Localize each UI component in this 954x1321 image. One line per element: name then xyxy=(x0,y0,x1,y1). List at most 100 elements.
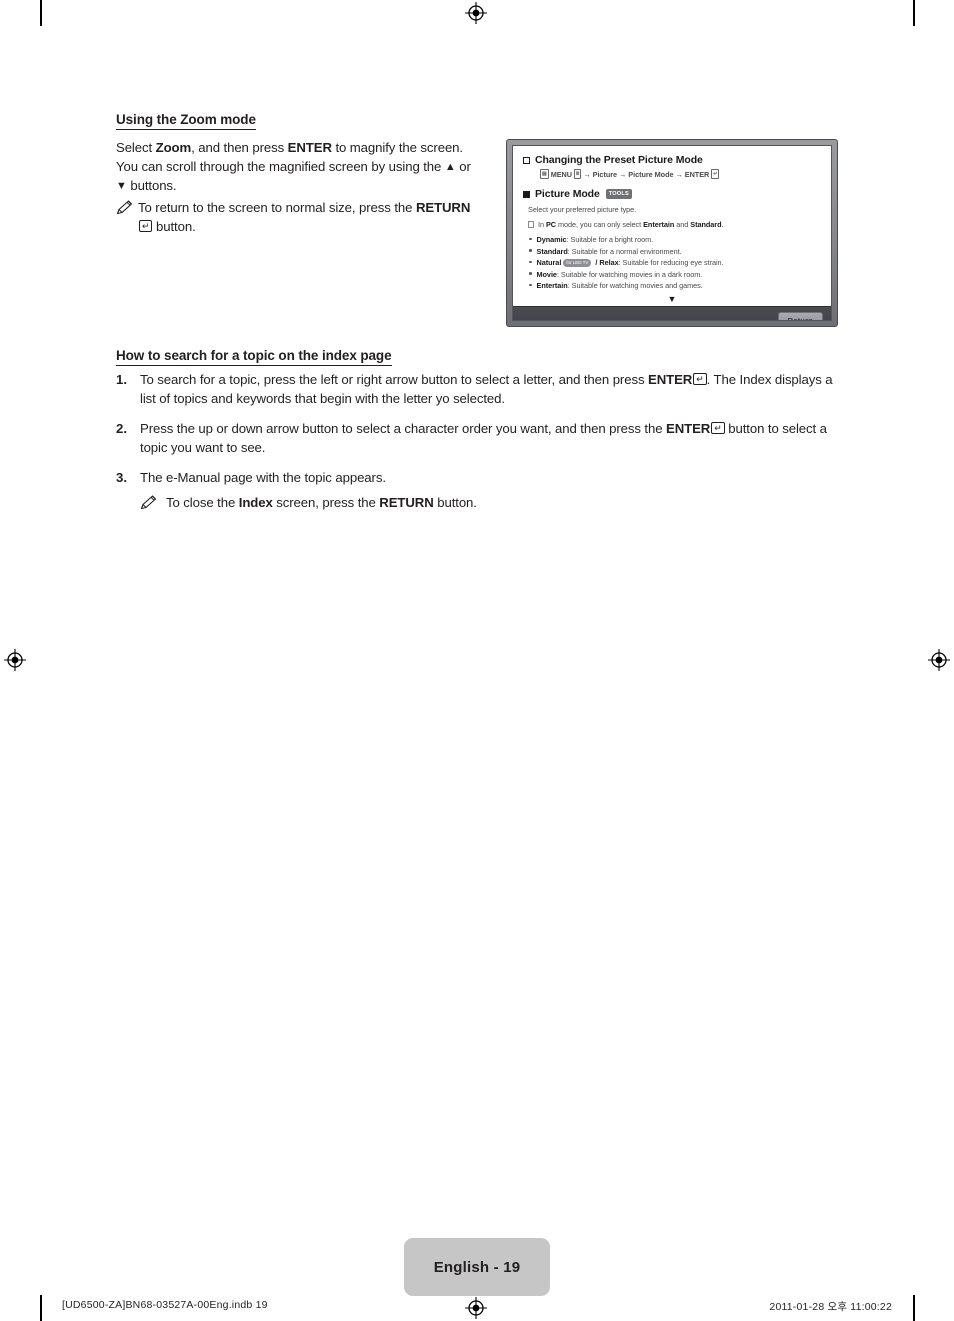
pencil-note-icon xyxy=(140,495,157,510)
zoom-mode-paragraph: Select Zoom, and then press ENTER to mag… xyxy=(116,138,476,195)
step-text-a: The e-Manual page with the topic appears… xyxy=(140,470,386,485)
bullet-dot-icon xyxy=(529,237,532,240)
note-square-icon xyxy=(528,221,534,228)
bullet-dot-icon xyxy=(529,249,532,252)
step-text-a: To search for a topic, press the left or… xyxy=(140,372,649,387)
page-number-badge: English - 19 xyxy=(404,1238,550,1296)
zoom-bold-zoom: Zoom xyxy=(155,140,192,155)
crop-mark-top-right xyxy=(913,0,915,26)
step-bold-enter: ENTER xyxy=(666,421,711,436)
enter-key-icon: ↵ xyxy=(693,373,707,385)
zoom-note-bold-return: RETURN xyxy=(415,200,471,215)
osd-list-item[interactable]: Dynamic: Suitable for a bright room. xyxy=(529,234,821,246)
osd-bullet-name: Natural xyxy=(536,258,562,267)
step-text-a: Press the up or down arrow button to sel… xyxy=(140,421,667,436)
osd-pc-mode-note: In PC mode, you can only select Entertai… xyxy=(528,220,821,229)
footer-file-reference: [UD6500-ZA]BN68-03527A-00Eng.indb 19 xyxy=(62,1299,268,1311)
osd-bullet-name: Entertain xyxy=(536,281,568,290)
step-text: Press the up or down arrow button to sel… xyxy=(140,419,838,457)
tools-badge: TOOLS xyxy=(605,189,632,199)
tv-screen-illustration: Changing the Preset Picture Mode ▤ MENU … xyxy=(506,139,838,327)
crop-mark-top-left xyxy=(40,0,42,26)
pencil-note-icon xyxy=(116,200,133,215)
osd-path-step-2: Picture Mode xyxy=(628,169,674,179)
heading-using-zoom-mode: Using the Zoom mode xyxy=(116,112,256,130)
step-number: 2. xyxy=(116,421,127,436)
bullet-dot-icon xyxy=(529,272,532,275)
osd-bullet-name: Movie xyxy=(536,269,557,279)
list-item: 1. To search for a topic, press the left… xyxy=(116,370,838,408)
zoom-bold-enter: ENTER xyxy=(287,140,332,155)
osd-bottom-bar: Return xyxy=(513,305,831,320)
remote-key-icon: ▤ xyxy=(540,169,549,179)
zoom-note-prefix: To return to the screen to normal size, … xyxy=(138,200,416,215)
open-square-bullet-icon xyxy=(523,156,530,164)
enter-key-icon: ↵ xyxy=(139,220,153,232)
step-number: 3. xyxy=(116,470,127,485)
for-led-tv-badge: for LED TV xyxy=(563,258,592,267)
registration-mark-right xyxy=(928,649,950,671)
heading-how-to-search-index: How to search for a topic on the index p… xyxy=(116,348,392,366)
osd-note-bold-entertain: Entertain xyxy=(643,220,675,229)
zoom-note-suffix: button. xyxy=(152,219,196,234)
list-item: 2. Press the up or down arrow button to … xyxy=(116,419,838,457)
return-button[interactable]: Return xyxy=(777,311,823,320)
osd-arrow-2: → xyxy=(619,169,627,179)
osd-list-item[interactable]: Natural for LED TV / Relax: Suitable for … xyxy=(529,257,821,269)
bullet-dot-icon xyxy=(529,260,532,263)
note-suffix: button. xyxy=(433,495,477,510)
arrow-down-icon: ▼ xyxy=(116,180,127,192)
filled-square-bullet-icon xyxy=(523,190,530,198)
note-prefix: To close the xyxy=(166,495,239,510)
osd-bullet-extra: / Relax xyxy=(593,258,619,267)
menu-button-icon: Ⅲ xyxy=(573,169,582,179)
osd-bullet-desc: : Suitable for reducing eye strain. xyxy=(618,258,724,267)
osd-picture-mode-list: Dynamic: Suitable for a bright room. Sta… xyxy=(529,234,821,292)
step-text: To search for a topic, press the left or… xyxy=(140,370,838,408)
index-close-note: To close the Index screen, press the RET… xyxy=(140,493,477,512)
tv-inner-bezel: Changing the Preset Picture Mode ▤ MENU … xyxy=(512,145,832,321)
scroll-down-arrow-icon[interactable]: ▼ xyxy=(523,294,821,304)
osd-title-text: Changing the Preset Picture Mode xyxy=(535,154,703,166)
osd-item-title-row: Picture Mode TOOLS xyxy=(523,188,821,200)
zoom-text-part-4: or xyxy=(455,159,471,174)
note-bold-return: RETURN xyxy=(379,495,434,510)
osd-bullet-name: Dynamic xyxy=(536,235,567,244)
osd-note-b: mode, you can only select xyxy=(556,220,644,229)
index-close-note-text: To close the Index screen, press the RET… xyxy=(166,493,477,512)
registration-mark-left xyxy=(4,649,26,671)
osd-arrow-3: → xyxy=(675,169,683,179)
registration-mark-top xyxy=(465,2,487,24)
osd-subtitle: Select your preferred picture type. xyxy=(528,205,637,214)
osd-list-item[interactable]: Standard: Suitable for a normal environm… xyxy=(529,246,821,258)
step-text: The e-Manual page with the topic appears… xyxy=(140,468,386,487)
osd-note-text: In PC mode, you can only select Entertai… xyxy=(538,220,724,229)
osd-path-step-1: Picture xyxy=(592,169,618,179)
step-bold-enter: ENTER xyxy=(648,372,693,387)
osd-note-bold-standard: Standard xyxy=(690,220,722,229)
osd-menu-path: ▤ MENU Ⅲ → Picture → Picture Mode → ENTE… xyxy=(540,169,821,179)
enter-key-icon: ↵ xyxy=(711,422,725,434)
osd-enter-label: ENTER xyxy=(684,169,710,179)
osd-title-row: Changing the Preset Picture Mode xyxy=(523,154,821,166)
osd-list-item[interactable]: Entertain: Suitable for watching movies … xyxy=(529,280,821,292)
osd-bullet-desc: : Suitable for watching movies in a dark… xyxy=(556,269,703,279)
note-bold-index: Index xyxy=(238,495,273,510)
zoom-text-part-2: , and then press xyxy=(191,140,288,155)
list-item: 3. The e-Manual page with the topic appe… xyxy=(116,468,838,512)
osd-note-a: In xyxy=(538,220,546,229)
crop-mark-bottom-right xyxy=(913,1295,915,1321)
osd-bullet-desc: : Suitable for watching movies and games… xyxy=(567,281,703,290)
footer-timestamp: 2011-01-28 오후 11:00:22 xyxy=(769,1301,892,1313)
osd-item-title-text: Picture Mode xyxy=(535,188,600,200)
index-steps-list: 1. To search for a topic, press the left… xyxy=(116,370,838,523)
osd-note-c: and xyxy=(674,220,691,229)
registration-mark-bottom xyxy=(465,1297,487,1319)
manual-page: Using the Zoom mode Select Zoom, and the… xyxy=(0,0,954,1321)
arrow-up-icon: ▲ xyxy=(444,161,456,173)
zoom-note-text: To return to the screen to normal size, … xyxy=(138,198,476,236)
osd-menu-label: MENU xyxy=(550,169,572,179)
crop-mark-bottom-left xyxy=(40,1295,42,1321)
enter-key-icon: ↵ xyxy=(711,169,720,179)
osd-list-item[interactable]: Movie: Suitable for watching movies in a… xyxy=(529,269,821,281)
